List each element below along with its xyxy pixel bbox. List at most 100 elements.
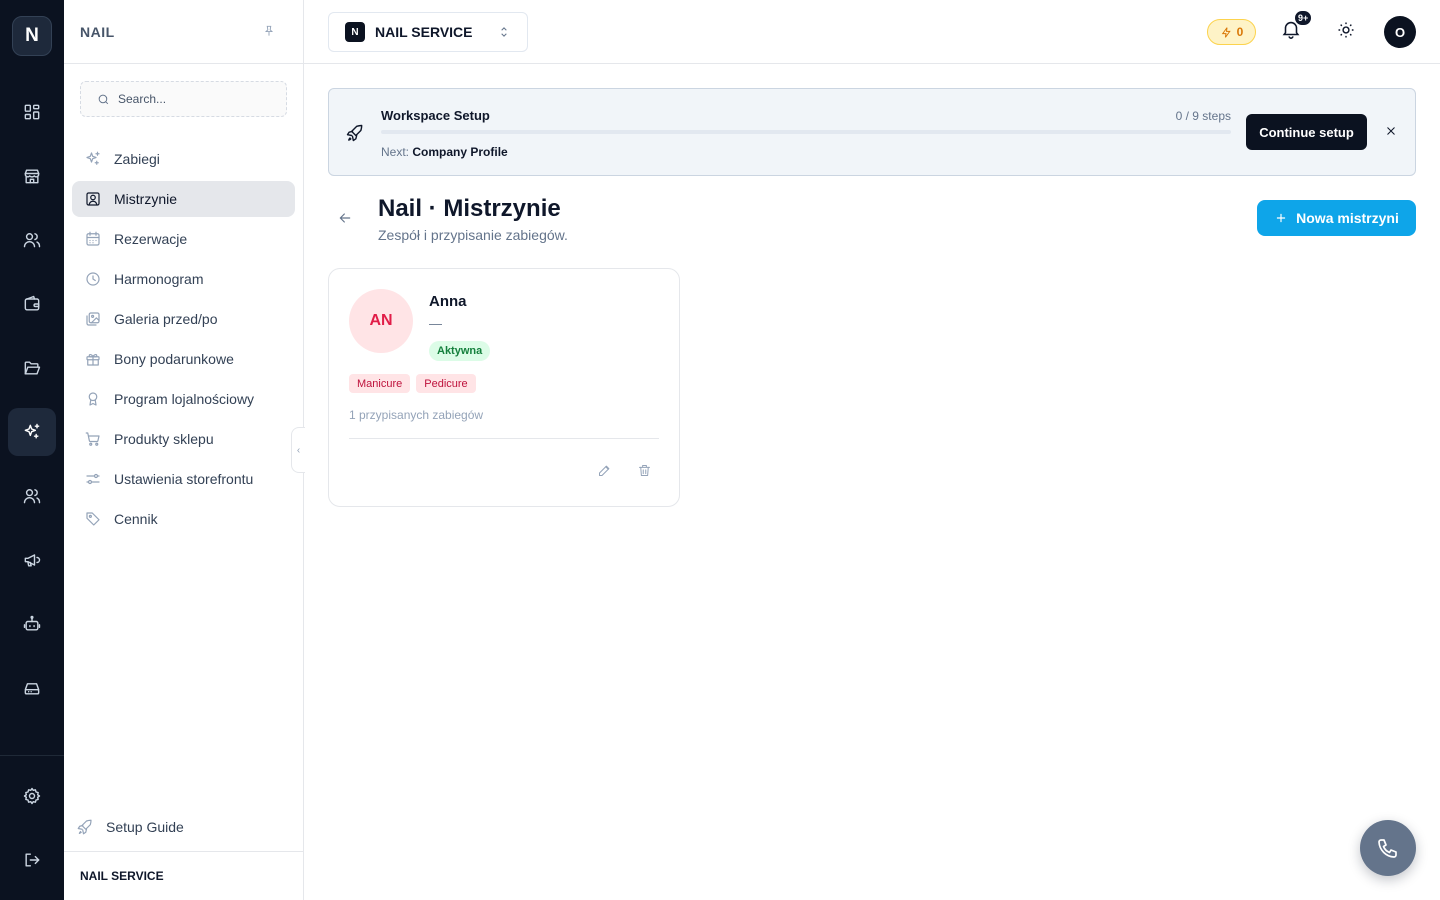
- rail-team[interactable]: [8, 472, 56, 520]
- back-button[interactable]: [337, 210, 353, 226]
- sun-icon: [1338, 22, 1354, 38]
- sidebar-item-cennik[interactable]: Cennik: [72, 501, 295, 537]
- plus-icon: [1277, 213, 1286, 223]
- rail-bot[interactable]: [8, 600, 56, 648]
- top-header: N NAIL SERVICE 0 9+ O: [304, 0, 1440, 64]
- rail-customers[interactable]: [8, 216, 56, 264]
- rail-marketing[interactable]: [8, 536, 56, 584]
- tag-icon: [86, 512, 100, 526]
- pin-button[interactable]: [262, 24, 278, 40]
- bot-icon: [23, 615, 41, 631]
- lightning-icon: [1221, 26, 1231, 38]
- sidebar-divider: [64, 63, 304, 64]
- banner-title: Workspace Setup: [381, 108, 490, 123]
- notifications-count: 9+: [1294, 10, 1313, 26]
- sidebar-item-mistrzynie[interactable]: Mistrzynie: [72, 181, 295, 217]
- banner-next: Next: Company Profile: [381, 145, 508, 159]
- rail-wallet[interactable]: [8, 280, 56, 328]
- close-banner-button[interactable]: [1384, 124, 1398, 138]
- service-tags: Manicure Pedicure: [349, 374, 476, 393]
- logout-icon: [25, 853, 40, 867]
- user-square-icon: [86, 192, 100, 206]
- call-button[interactable]: [1360, 820, 1416, 876]
- sidebar-item-ustawienia[interactable]: Ustawienia storefrontu: [72, 461, 295, 497]
- edit-button[interactable]: [597, 463, 613, 479]
- sidebar-item-produkty[interactable]: Produkty sklepu: [72, 421, 295, 457]
- gift-icon: [86, 353, 100, 366]
- new-specialist-label: Nowa mistrzyni: [1296, 210, 1399, 226]
- sidebar-item-label: Rezerwacje: [114, 231, 188, 247]
- setup-progress-bar: [381, 130, 1231, 134]
- delete-button[interactable]: [637, 463, 653, 479]
- workspace-selector[interactable]: N NAIL SERVICE: [328, 12, 528, 52]
- user-avatar[interactable]: O: [1384, 16, 1416, 48]
- sidebar-item-zabiegi[interactable]: Zabiegi: [72, 141, 295, 177]
- rail-logout[interactable]: [8, 836, 56, 884]
- banner-next-label: Next:: [381, 145, 410, 159]
- service-tag: Pedicure: [416, 374, 476, 393]
- card-divider: [349, 438, 659, 439]
- sidebar: NAIL Zabiegi Mistrzynie Rezerwacje Harmo…: [64, 0, 304, 900]
- sidebar-footer-workspace: NAIL SERVICE: [80, 869, 164, 883]
- status-badge: Aktywna: [429, 341, 491, 361]
- specialist-name: Anna: [429, 293, 467, 310]
- sidebar-item-bony[interactable]: Bony podarunkowe: [72, 341, 295, 377]
- setup-guide-label: Setup Guide: [106, 819, 184, 835]
- new-specialist-button[interactable]: Nowa mistrzyni: [1257, 200, 1416, 236]
- rail-storage[interactable]: [8, 664, 56, 712]
- search-icon: [98, 94, 109, 104]
- specialist-role: —: [429, 316, 442, 331]
- sidebar-divider: [64, 851, 304, 852]
- theme-toggle[interactable]: [1336, 20, 1358, 42]
- pencil-icon: [599, 465, 610, 476]
- gear-icon: [23, 787, 41, 805]
- grid-icon: [24, 104, 40, 120]
- sidebar-search[interactable]: [80, 81, 287, 117]
- sidebar-item-label: Galeria przed/po: [114, 311, 218, 327]
- arrow-left-icon: [339, 213, 351, 223]
- search-input[interactable]: [118, 92, 278, 106]
- sidebar-item-lojalnosc[interactable]: Program lojalnościowy: [72, 381, 295, 417]
- rail-dashboard[interactable]: [8, 88, 56, 136]
- specialist-card[interactable]: AN Anna — Aktywna Manicure Pedicure 1 pr…: [328, 268, 680, 507]
- sidebar-item-label: Program lojalnościowy: [114, 391, 255, 407]
- users-icon: [23, 489, 41, 504]
- app-rail: N: [0, 0, 64, 900]
- rail-files[interactable]: [8, 344, 56, 392]
- close-icon: [1387, 127, 1395, 135]
- megaphone-icon: [24, 554, 41, 567]
- sliders-icon: [86, 473, 100, 485]
- sidebar-item-label: Harmonogram: [114, 271, 204, 287]
- sidebar-collapse-button[interactable]: ‹: [291, 427, 305, 473]
- award-icon: [88, 392, 98, 406]
- setup-guide-link[interactable]: Setup Guide: [76, 818, 184, 836]
- hard-drive-icon: [24, 683, 40, 695]
- rail-settings[interactable]: [8, 772, 56, 820]
- credits-badge[interactable]: 0: [1207, 19, 1256, 45]
- wallet-icon: [24, 295, 40, 311]
- sidebar-item-label: Bony podarunkowe: [114, 351, 234, 367]
- continue-setup-button[interactable]: Continue setup: [1246, 114, 1367, 150]
- sidebar-item-harmonogram[interactable]: Harmonogram: [72, 261, 295, 297]
- trash-icon: [639, 465, 650, 476]
- sidebar-item-label: Ustawienia storefrontu: [114, 471, 254, 487]
- sparkles-icon: [24, 423, 40, 439]
- rail-store[interactable]: [8, 152, 56, 200]
- rail-services[interactable]: [8, 408, 56, 456]
- credits-value: 0: [1236, 25, 1244, 39]
- banner-steps: 0 / 9 steps: [1175, 109, 1231, 123]
- chevron-up-down-icon: [497, 25, 511, 39]
- calendar-icon: [86, 231, 100, 246]
- assigned-services-count: 1 przypisanych zabiegów: [349, 408, 484, 422]
- rocket-icon: [345, 123, 365, 143]
- sidebar-item-label: Zabiegi: [114, 151, 160, 167]
- chevron-left-icon: ‹: [296, 444, 301, 456]
- images-icon: [86, 312, 100, 326]
- users-icon: [23, 233, 41, 248]
- rail-divider: [0, 755, 64, 756]
- app-logo[interactable]: N: [12, 16, 52, 56]
- sidebar-item-rezerwacje[interactable]: Rezerwacje: [72, 221, 295, 257]
- page-title: Nail · Mistrzynie: [378, 195, 561, 222]
- store-icon: [24, 169, 40, 184]
- sidebar-item-galeria[interactable]: Galeria przed/po: [72, 301, 295, 337]
